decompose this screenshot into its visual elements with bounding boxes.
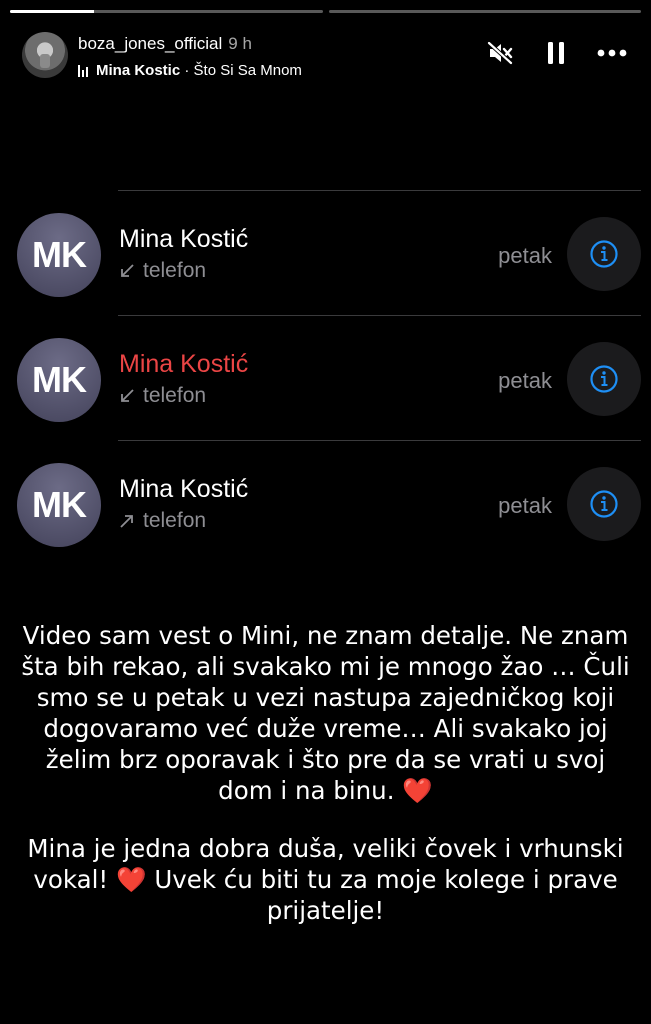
speaker-muted-icon <box>487 41 513 65</box>
pause-button[interactable] <box>541 38 571 68</box>
call-type: telefon <box>119 259 206 283</box>
call-type: telefon <box>119 509 206 533</box>
call-row[interactable]: MK Mina Kostić telefon petak <box>0 190 651 315</box>
post-time: 9 h <box>228 34 252 53</box>
heart-emoji: ❤️ <box>116 865 147 894</box>
progress-segment-2 <box>328 10 641 13</box>
call-type-label: telefon <box>143 259 207 282</box>
contact-name: Mina Kostić <box>119 225 249 253</box>
arrow-incoming-icon <box>121 389 134 402</box>
music-artist: Mina Kostic <box>96 62 181 79</box>
more-dots-icon <box>597 49 627 57</box>
call-row[interactable]: MK Mina Kostić telefon petak <box>0 315 651 440</box>
arrow-outgoing-icon <box>120 515 133 528</box>
message-paragraph-2: Mina je jedna dobra duša, veliki čovek i… <box>18 833 633 926</box>
info-button[interactable] <box>567 467 641 541</box>
arrow-incoming-icon <box>121 264 134 277</box>
message-text-2b: Uvek ću biti tu za moje kolege i prave p… <box>154 865 618 925</box>
music-title: Što Si Sa Mnom <box>193 62 302 79</box>
call-day: petak <box>498 368 552 393</box>
story-header: boza_jones_official 9 h Mina Kostic · Što… <box>18 28 633 84</box>
profile-avatar[interactable] <box>22 32 68 78</box>
story-progress <box>10 10 641 13</box>
contact-avatar: MK <box>17 463 101 547</box>
message-text-1: Video sam vest o Mini, ne znam detalje. … <box>21 621 630 805</box>
more-options-button[interactable] <box>597 38 627 68</box>
message-paragraph-1: Video sam vest o Mini, ne znam detalje. … <box>18 620 633 806</box>
contact-avatar: MK <box>17 338 101 422</box>
username[interactable]: boza_jones_official <box>78 34 222 53</box>
call-type: telefon <box>119 384 206 408</box>
info-button[interactable] <box>567 217 641 291</box>
call-day: petak <box>498 243 552 268</box>
info-icon <box>590 490 618 518</box>
info-icon <box>590 365 618 393</box>
call-day: petak <box>498 493 552 518</box>
mute-button[interactable] <box>485 38 515 68</box>
contact-avatar: MK <box>17 213 101 297</box>
story-controls <box>485 38 627 68</box>
music-attribution[interactable]: Mina Kostic · Što Si Sa Mnom <box>78 62 302 79</box>
progress-fill-1 <box>10 10 95 13</box>
contact-name-missed: Mina Kostić <box>119 350 249 378</box>
info-icon <box>590 240 618 268</box>
music-bars-icon <box>78 64 88 77</box>
info-button[interactable] <box>567 342 641 416</box>
story-text: Video sam vest o Mini, ne znam detalje. … <box>18 620 633 953</box>
progress-segment-1 <box>10 10 323 13</box>
contact-name: Mina Kostić <box>119 475 249 503</box>
music-separator: · <box>180 62 194 79</box>
call-type-label: telefon <box>143 509 207 532</box>
pause-icon <box>548 42 564 64</box>
user-line: boza_jones_official 9 h <box>78 34 252 54</box>
heart-emoji: ❤️ <box>402 776 433 805</box>
call-type-label: telefon <box>143 384 207 407</box>
call-row[interactable]: MK Mina Kostić telefon petak <box>0 440 651 565</box>
